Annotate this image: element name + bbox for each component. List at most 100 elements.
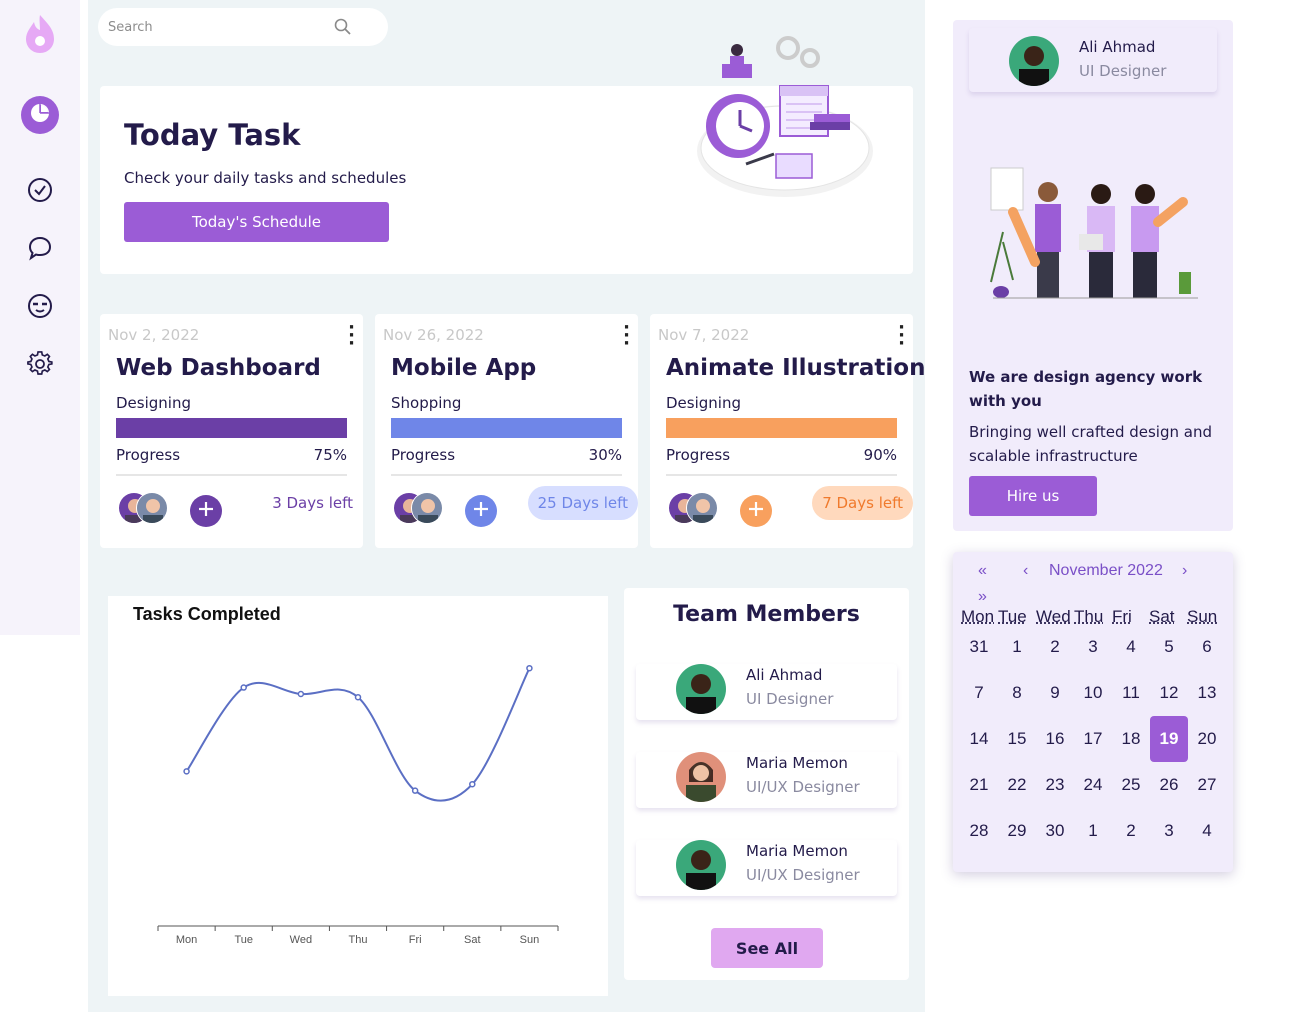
calendar-day[interactable]: 16 (1036, 716, 1074, 762)
gear-icon[interactable] (22, 346, 58, 382)
data-point[interactable] (240, 684, 247, 691)
avatar[interactable] (411, 492, 443, 524)
project-card[interactable]: Nov 26, 2022 · · · Mobile App Shopping Pro… (375, 314, 638, 548)
add-member-button[interactable] (740, 495, 772, 527)
calendar-day[interactable]: 3 (1074, 624, 1112, 670)
calendar-day[interactable]: 6 (1188, 624, 1226, 670)
more-options-icon[interactable]: · · · (348, 319, 355, 353)
today-subtitle: Check your daily tasks and schedules (124, 169, 407, 187)
add-member-button[interactable] (190, 495, 222, 527)
calendar-day[interactable]: 14 (960, 716, 998, 762)
avatar (676, 840, 726, 890)
emoji-face-icon[interactable] (22, 288, 58, 324)
more-options-icon[interactable]: · · · (898, 319, 905, 353)
see-all-button[interactable]: See All (711, 928, 823, 968)
data-point[interactable] (183, 768, 190, 775)
calendar-day[interactable]: 25 (1112, 762, 1150, 808)
data-point[interactable] (411, 787, 419, 794)
calendar-day[interactable]: 26 (1150, 762, 1188, 808)
line-chart: Mon Tue Wed Thu Fri Sat Sun (157, 664, 559, 946)
divider (116, 474, 347, 476)
data-point[interactable] (354, 693, 362, 701)
prev-month-button[interactable]: ‹ (1023, 562, 1028, 580)
schedule-illustration (690, 36, 880, 205)
calendar-day[interactable]: 27 (1188, 762, 1226, 808)
calendar-day[interactable]: 13 (1188, 670, 1226, 716)
calendar-day[interactable]: 1 (998, 624, 1036, 670)
calendar-day[interactable]: 2 (1112, 808, 1150, 854)
calendar-day[interactable]: 2 (1036, 624, 1074, 670)
team-members-card: Team Members Ali Ahmad UI Designer Maria… (624, 588, 909, 980)
profile-role: UI Designer (1079, 62, 1167, 80)
calendar-day[interactable]: 22 (998, 762, 1036, 808)
team-illustration (983, 152, 1203, 306)
divider (391, 474, 622, 476)
flame-logo-icon[interactable] (22, 15, 58, 53)
next-month-button[interactable]: › (1182, 562, 1187, 580)
progress-value: 30% (588, 446, 622, 464)
data-point[interactable] (469, 780, 476, 788)
calendar-day[interactable]: 28 (960, 808, 998, 854)
avatar (676, 752, 726, 802)
profile-card[interactable]: Ali Ahmad UI Designer (969, 28, 1217, 92)
progress-label: Progress (116, 446, 181, 464)
calendar-day[interactable]: 4 (1112, 624, 1150, 670)
x-tick-label: Sat (464, 934, 481, 946)
avatar[interactable] (136, 492, 168, 524)
project-card[interactable]: Nov 2, 2022 · · · Web Dashboard Designing … (100, 314, 363, 548)
project-card[interactable]: Nov 7, 2022 · · · Animate Illustration Des… (650, 314, 925, 548)
team-member-item[interactable]: Ali Ahmad UI Designer (636, 664, 897, 720)
avatar[interactable] (686, 492, 718, 524)
calendar-day[interactable]: 24 (1074, 762, 1112, 808)
calendar-day[interactable]: 29 (998, 808, 1036, 854)
calendar-day[interactable]: 10 (1074, 670, 1112, 716)
todays-schedule-button[interactable]: Today's Schedule (124, 202, 389, 242)
search-icon[interactable] (334, 18, 352, 40)
calendar-day[interactable]: 1 (1074, 808, 1112, 854)
member-role: UI/UX Designer (746, 866, 860, 884)
check-circle-icon[interactable] (22, 172, 58, 208)
month-label[interactable]: November 2022 (1049, 562, 1163, 580)
agency-description: Bringing well crafted design and scalabl… (969, 423, 1212, 465)
project-title: Web Dashboard (116, 355, 321, 381)
calendar-day[interactable]: 21 (960, 762, 998, 808)
divider (666, 474, 897, 476)
calendar-day[interactable]: 5 (1150, 624, 1188, 670)
calendar-day[interactable]: 4 (1188, 808, 1226, 854)
days-left-badge: 7 Days left (812, 486, 913, 520)
hire-us-button[interactable]: Hire us (969, 476, 1097, 516)
calendar-day[interactable]: 3 (1150, 808, 1188, 854)
team-member-item[interactable]: Maria Memon UI/UX Designer (636, 840, 897, 896)
more-options-icon[interactable]: · · · (623, 319, 630, 353)
assignee-avatars (668, 492, 720, 526)
calendar-day[interactable]: 8 (998, 670, 1036, 716)
team-member-item[interactable]: Maria Memon UI/UX Designer (636, 752, 897, 808)
search-input[interactable] (108, 8, 338, 46)
progress-bar (666, 418, 897, 438)
calendar-day[interactable]: 15 (998, 716, 1036, 762)
nav-dashboard[interactable] (21, 96, 59, 134)
calendar-day[interactable]: 20 (1188, 716, 1226, 762)
pie-chart-icon (29, 102, 51, 128)
calendar-day[interactable]: 31 (960, 624, 998, 670)
profile-name: Ali Ahmad (1079, 38, 1156, 56)
calendar-day[interactable]: 11 (1112, 670, 1150, 716)
calendar-day[interactable]: 9 (1036, 670, 1074, 716)
calendar-day[interactable]: 19 (1150, 716, 1188, 762)
next-year-button[interactable]: » (978, 588, 987, 606)
calendar-day[interactable]: 17 (1074, 716, 1112, 762)
data-point[interactable] (526, 664, 533, 672)
calendar-day[interactable]: 30 (1036, 808, 1074, 854)
x-tick-label: Wed (290, 934, 312, 946)
calendar-day[interactable]: 23 (1036, 762, 1074, 808)
add-member-button[interactable] (465, 495, 497, 527)
member-role: UI/UX Designer (746, 778, 860, 796)
calendar-day[interactable]: 18 (1112, 716, 1150, 762)
chat-bubble-icon[interactable] (22, 230, 58, 266)
sidebar (0, 0, 80, 635)
tasks-completed-chart: Tasks Completed Mon Tue Wed Thu Fri Sat Sun (108, 596, 608, 996)
calendar-day[interactable]: 7 (960, 670, 998, 716)
data-point[interactable] (297, 690, 305, 698)
calendar-day[interactable]: 12 (1150, 670, 1188, 716)
prev-year-button[interactable]: « (978, 562, 987, 580)
